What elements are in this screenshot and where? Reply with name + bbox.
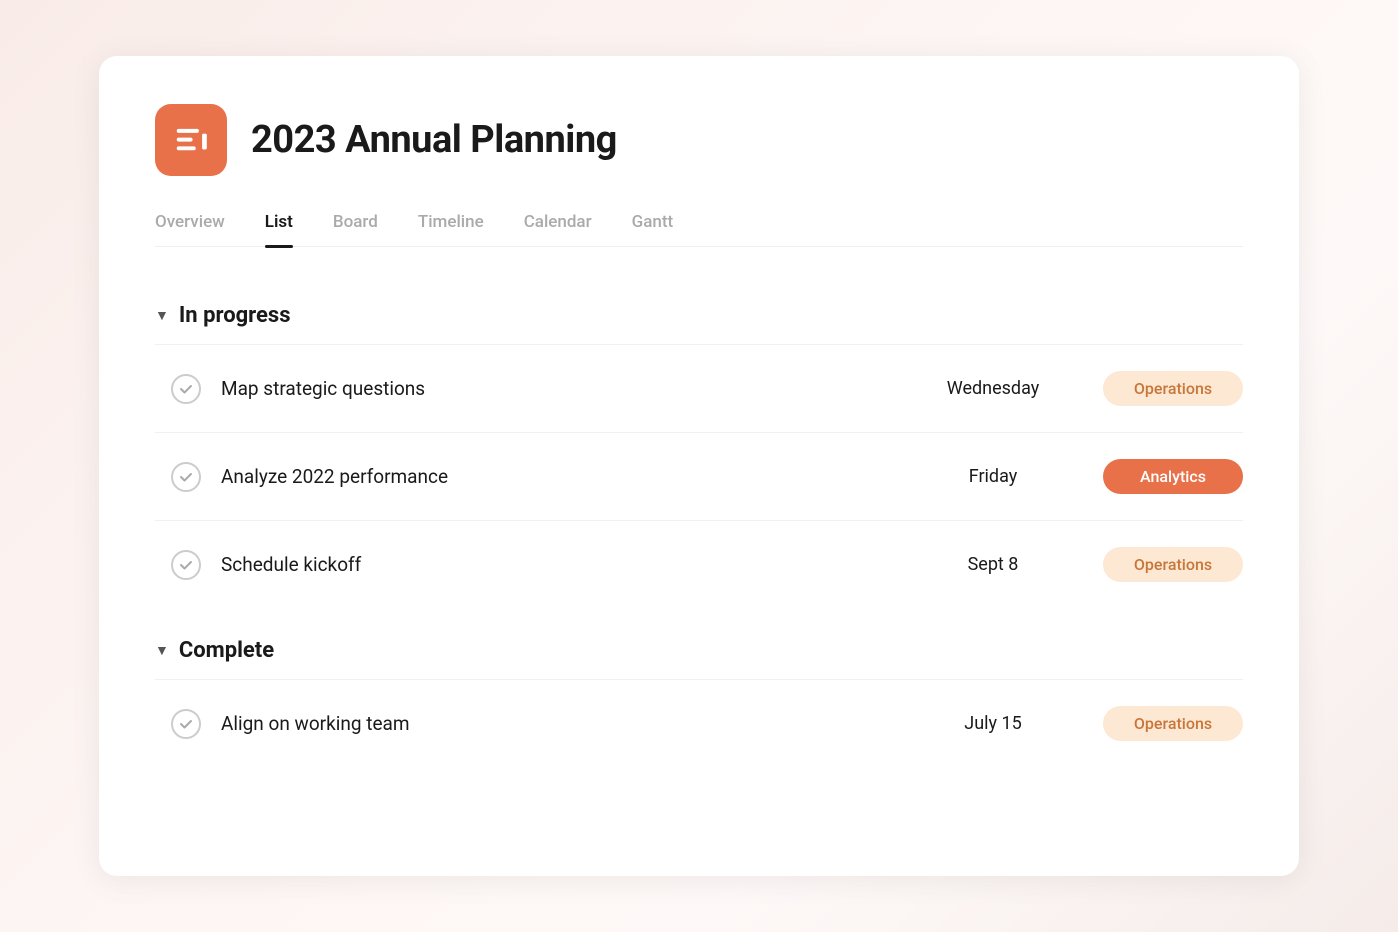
task-date: July 15 [923,713,1063,734]
chevron-down-icon: ▼ [155,642,169,659]
tab-overview[interactable]: Overview [155,212,225,246]
task-row: Schedule kickoff Sept 8 Operations [155,520,1243,608]
task-date: Wednesday [923,378,1063,399]
task-tag: Operations [1103,706,1243,741]
section-complete-title: Complete [179,638,274,663]
task-date: Friday [923,466,1063,487]
task-name: Schedule kickoff [221,553,923,576]
task-row: Map strategic questions Wednesday Operat… [155,344,1243,432]
task-name: Analyze 2022 performance [221,465,923,488]
section-complete-header: ▼ Complete [155,618,1243,679]
main-card: 2023 Annual Planning Overview List Board… [99,56,1299,876]
task-checkbox[interactable] [171,709,201,739]
task-checkbox[interactable] [171,374,201,404]
project-title: 2023 Annual Planning [251,118,617,162]
task-tag: Analytics [1103,459,1243,494]
task-name: Map strategic questions [221,377,923,400]
task-name: Align on working team [221,712,923,735]
task-row: Analyze 2022 performance Friday Analytic… [155,432,1243,520]
tab-timeline[interactable]: Timeline [418,212,484,246]
task-tag: Operations [1103,371,1243,406]
tab-bar: Overview List Board Timeline Calendar Ga… [155,212,1243,247]
project-header: 2023 Annual Planning [155,104,1243,176]
task-tag: Operations [1103,547,1243,582]
tab-board[interactable]: Board [333,212,378,246]
task-row: Align on working team July 15 Operations [155,679,1243,767]
tab-calendar[interactable]: Calendar [524,212,592,246]
tab-list[interactable]: List [265,212,293,246]
chevron-down-icon: ▼ [155,307,169,324]
tab-gantt[interactable]: Gantt [632,212,674,246]
task-checkbox[interactable] [171,550,201,580]
task-checkbox[interactable] [171,462,201,492]
project-icon [155,104,227,176]
task-date: Sept 8 [923,554,1063,575]
section-in-progress-header: ▼ In progress [155,283,1243,344]
section-in-progress-title: In progress [179,303,291,328]
